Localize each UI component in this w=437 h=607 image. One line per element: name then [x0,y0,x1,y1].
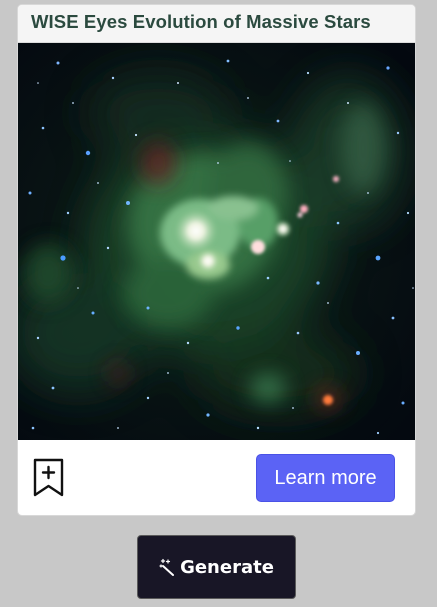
bookmark-plus-icon[interactable] [32,458,66,498]
article-card: WISE Eyes Evolution of Massive Stars Lea… [17,4,416,516]
generate-label: Generate [180,556,274,578]
card-footer: Learn more [18,440,415,515]
learn-more-button[interactable]: Learn more [256,454,395,502]
generate-button[interactable]: Generate [137,535,296,599]
card-header: WISE Eyes Evolution of Massive Stars [18,5,415,43]
nebula-image [18,43,415,440]
magic-wand-icon [159,558,177,576]
card-title: WISE Eyes Evolution of Massive Stars [31,11,371,32]
